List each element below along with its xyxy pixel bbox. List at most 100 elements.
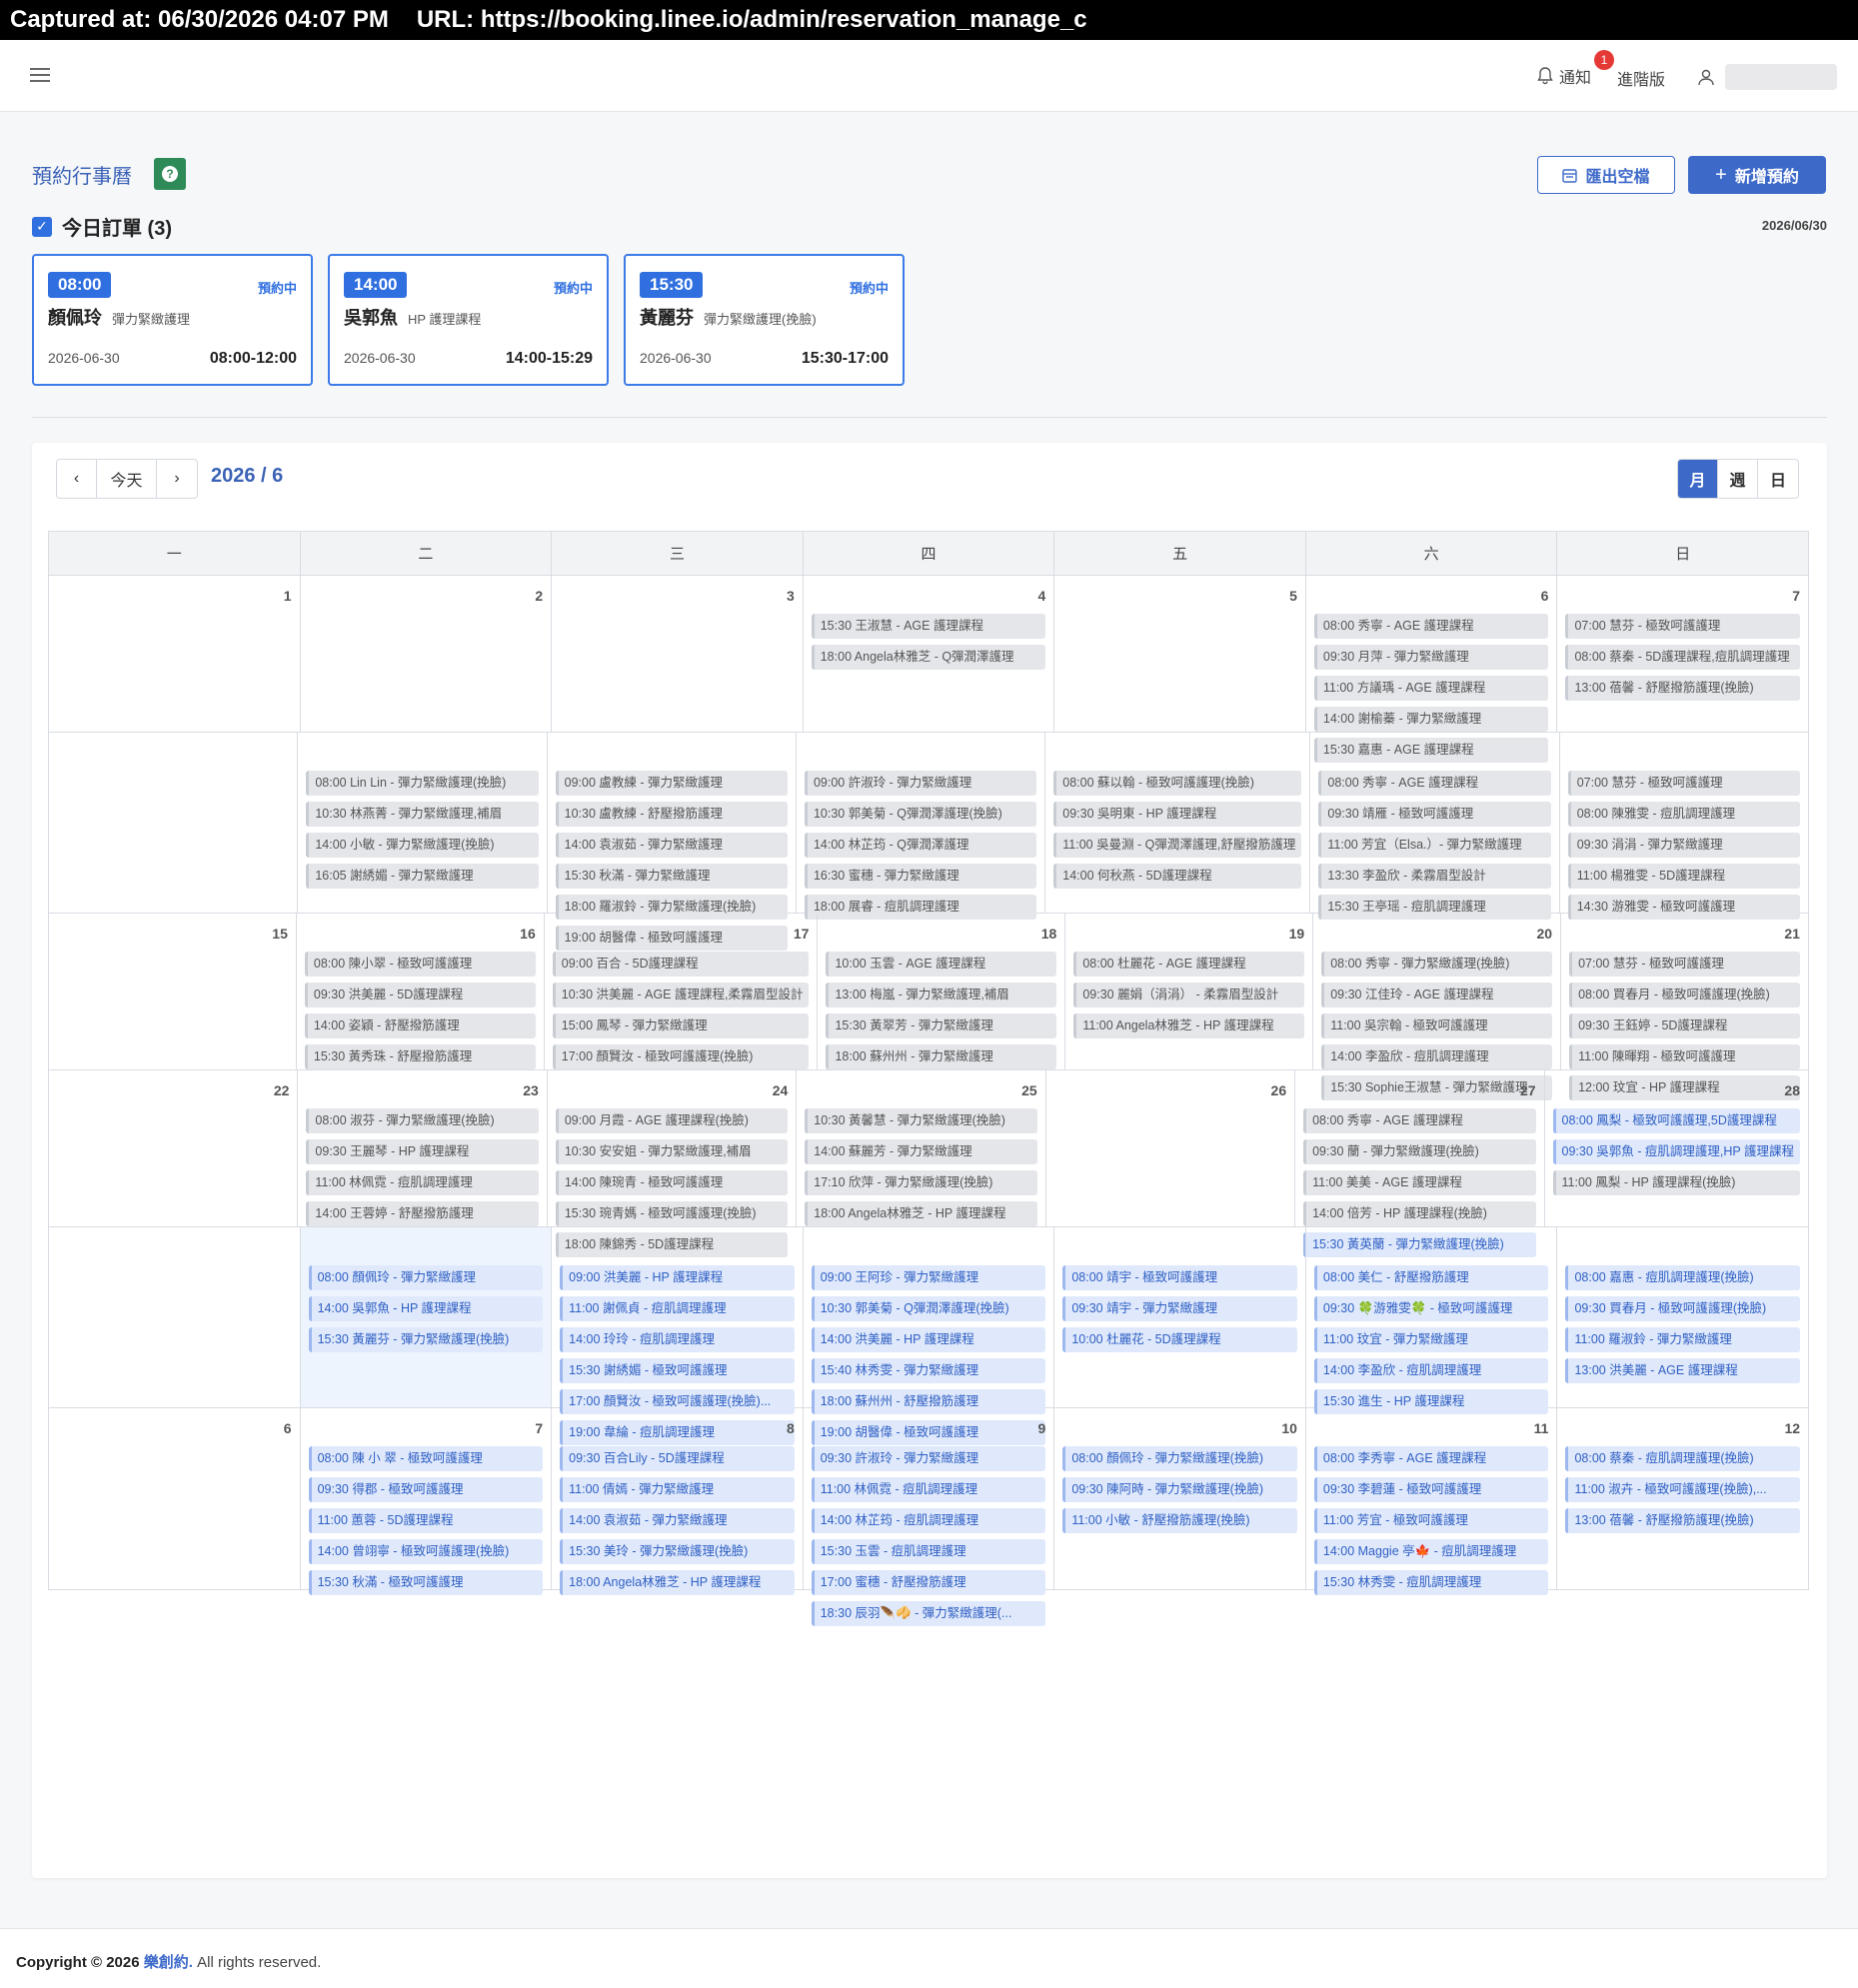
day-cell[interactable]: 7 08:00 陳 小 翠 - 極致呵護護理 09:30 得郡 - 極致呵護護理 11… xyxy=(301,1408,553,1595)
day-cell[interactable]: 12 08:00 蔡秦 - 痘肌調理護理(挽臉) 11:00 淑卉 - 極致呵護護理… xyxy=(1557,1408,1808,1589)
day-cell[interactable]: 6 08:00 秀寧 - AGE 護理課程 09:30 月萍 - 彈力緊緻護理 11:… xyxy=(1306,576,1558,763)
calendar-event[interactable]: 14:00 李盈欣 - 痘肌調理護理 xyxy=(1321,1044,1553,1069)
calendar-event[interactable]: 09:30 王鈺婷 - 5D護理課程 xyxy=(1569,1013,1800,1038)
calendar-event[interactable]: 11:00 謝佩貞 - 痘肌調理護理 xyxy=(560,1296,795,1321)
calendar-event[interactable]: 11:00 林佩霓 - 痘肌調理護理 xyxy=(811,1477,1046,1502)
calendar-event[interactable]: 14:00 倍芳 - HP 護理課程(挽臉) xyxy=(1303,1201,1536,1226)
brand-link[interactable]: 樂創約. xyxy=(144,1954,193,1971)
calendar-event[interactable]: 11:00 羅淑鈴 - 彈力緊緻護理 xyxy=(1565,1327,1801,1352)
calendar-event[interactable]: 11:00 林佩霓 - 痘肌調理護理 xyxy=(306,1170,539,1195)
calendar-event[interactable]: 09:30 洪美麗 - 5D護理課程 xyxy=(304,983,536,1007)
calendar-event[interactable]: 09:30 百合Lily - 5D護理課程 xyxy=(560,1446,795,1471)
day-cell[interactable]: 08:00 Lin Lin - 彈力緊緻護理(挽臉) 10:30 林燕菁 - 彈力… xyxy=(298,733,548,913)
new-reservation-button[interactable]: + 新增預約 xyxy=(1688,156,1826,194)
today-order-card[interactable]: 14:00 預約中 吳郭魚 HP 護理課程 2026-06-30 14:00-15:… xyxy=(328,254,609,386)
calendar-event[interactable]: 14:00 袁淑茹 - 彈力緊緻護理 xyxy=(555,833,788,858)
menu-toggle-icon[interactable] xyxy=(30,68,50,84)
calendar-event[interactable]: 08:00 靖宇 - 極致呵護護理 xyxy=(1062,1265,1297,1290)
calendar-event[interactable]: 09:30 李碧蓮 - 極致呵護護理 xyxy=(1313,1477,1549,1502)
calendar-event[interactable]: 09:30 吳明東 - HP 護理課程 xyxy=(1053,802,1302,827)
calendar-event[interactable]: 08:00 Lin Lin - 彈力緊緻護理(挽臉) xyxy=(306,771,539,796)
day-cell[interactable]: 08:00 蘇以翰 - 極致呵護護理(挽臉) 09:30 吳明東 - HP 護理課… xyxy=(1045,733,1311,913)
today-button[interactable]: 今天 xyxy=(97,460,157,498)
calendar-event[interactable]: 14:00 林芷筠 - Q彈潤澤護理 xyxy=(804,833,1037,858)
calendar-event[interactable]: 17:00 蜜穗 - 舒壓撥筋護理 xyxy=(811,1570,1046,1595)
calendar-event[interactable]: 15:30 謝綉媚 - 極致呵護護理 xyxy=(560,1358,795,1383)
calendar-event[interactable]: 11:00 芳宜 - 極致呵護護理 xyxy=(1313,1508,1549,1533)
calendar-event[interactable]: 08:00 顏佩玲 - 彈力緊緻護理 xyxy=(308,1265,544,1290)
user-menu[interactable] xyxy=(1697,64,1837,90)
calendar-event[interactable]: 08:00 李秀寧 - AGE 護理課程 xyxy=(1313,1446,1549,1471)
calendar-event[interactable]: 14:00 何秋燕 - 5D護理課程 xyxy=(1053,864,1302,889)
day-cell[interactable]: 23 08:00 淑芬 - 彈力緊緻護理(挽臉) 09:30 王麗琴 - HP 護理… xyxy=(298,1070,548,1257)
calendar-event[interactable]: 17:10 欣萍 - 彈力緊緻護理(挽臉) xyxy=(805,1170,1037,1195)
calendar-event[interactable]: 17:00 顏賢汝 - 極致呵護護理(挽臉) xyxy=(552,1044,810,1069)
calendar-event[interactable]: 09:30 蘭 - 彈力緊緻護理(挽臉) xyxy=(1303,1139,1536,1164)
calendar-event[interactable]: 08:00 秀寧 - AGE 護理課程 xyxy=(1318,771,1551,796)
calendar-event[interactable]: 15:30 黃麗芬 - 彈力緊緻護理(挽臉) xyxy=(308,1327,544,1352)
calendar-event[interactable]: 08:00 陳小翠 - 極致呵護護理 xyxy=(304,952,536,977)
calendar-event[interactable]: 11:00 芳宜（Elsa.）- 彈力緊緻護理 xyxy=(1318,833,1551,858)
prev-month-button[interactable]: ‹ xyxy=(57,460,97,498)
calendar-event[interactable]: 09:00 盧教練 - 彈力緊緻護理 xyxy=(555,771,788,796)
calendar-event[interactable]: 14:00 王蓉婷 - 舒壓撥筋護理 xyxy=(306,1201,539,1226)
notification-button[interactable]: 通知 1 xyxy=(1537,50,1614,88)
calendar-event[interactable]: 18:30 辰羽🪶🥠 - 彈力緊緻護理(... xyxy=(811,1601,1046,1626)
day-cell[interactable]: 18 10:00 玉雲 - AGE 護理課程 13:00 梅嵐 - 彈力緊緻護理,補… xyxy=(818,914,1066,1069)
calendar-event[interactable]: 11:00 方議瑀 - AGE 護理課程 xyxy=(1313,676,1549,701)
day-cell-today[interactable]: 08:00 顏佩玲 - 彈力緊緻護理 14:00 吳郭魚 - HP 護理課程 15:… xyxy=(300,1227,553,1407)
day-cell[interactable]: 09:00 盧教練 - 彈力緊緻護理 10:30 盧教練 - 舒壓撥筋護理 14:0… xyxy=(548,733,797,951)
pro-plan-link[interactable]: 進階版 xyxy=(1617,66,1665,90)
calendar-event[interactable]: 18:00 蘇州州 - 彈力緊緻護理 xyxy=(826,1044,1057,1069)
day-cell[interactable]: 08:00 美仁 - 舒壓撥筋護理 09:30 🍀游雅雯🍀 - 極致呵護護理 11:… xyxy=(1306,1227,1558,1414)
calendar-event[interactable]: 08:00 美仁 - 舒壓撥筋護理 xyxy=(1313,1265,1549,1290)
calendar-event[interactable]: 16:30 蜜穗 - 彈力緊緻護理 xyxy=(804,864,1037,889)
calendar-event[interactable]: 08:00 顏佩玲 - 彈力緊緻護理(挽臉) xyxy=(1062,1446,1297,1471)
calendar-event[interactable]: 11:00 淑卉 - 極致呵護護理(挽臉),... xyxy=(1565,1477,1801,1502)
day-cell[interactable]: 08:00 秀寧 - AGE 護理課程 09:30 靖雁 - 極致呵護護理 11:0… xyxy=(1310,733,1560,920)
calendar-event[interactable]: 14:00 玲玲 - 痘肌調理護理 xyxy=(560,1327,795,1352)
calendar-event[interactable]: 07:00 慧芬 - 極致呵護護理 xyxy=(1569,952,1800,977)
calendar-event[interactable]: 09:30 許淑玲 - 彈力緊緻護理 xyxy=(811,1446,1046,1471)
day-cell[interactable]: 10 08:00 顏佩玲 - 彈力緊緻護理(挽臉) 09:30 陳阿時 - 彈力緊緻… xyxy=(1054,1408,1306,1589)
today-order-card[interactable]: 08:00 預約中 顏佩玲 彈力緊緻護理 2026-06-30 08:00-12:0… xyxy=(32,254,313,386)
calendar-event[interactable]: 09:30 麗娟（涓涓） - 柔霧眉型設計 xyxy=(1073,983,1305,1007)
calendar-event[interactable]: 15:30 秋滿 - 極致呵護護理 xyxy=(308,1570,544,1595)
day-cell[interactable]: 5 xyxy=(1054,576,1306,732)
day-cell[interactable]: 15 xyxy=(49,914,297,1069)
calendar-event[interactable]: 10:00 玉雲 - AGE 護理課程 xyxy=(826,952,1057,977)
calendar-event[interactable]: 15:30 玉雲 - 痘肌調理護理 xyxy=(811,1539,1046,1564)
day-cell[interactable]: 19 08:00 杜麗花 - AGE 護理課程 09:30 麗娟（涓涓） - 柔霧眉… xyxy=(1065,914,1314,1069)
calendar-event[interactable]: 15:30 黃秀珠 - 舒壓撥筋護理 xyxy=(304,1044,536,1069)
calendar-event[interactable]: 13:30 李盈欣 - 柔霧眉型設計 xyxy=(1318,864,1551,889)
calendar-event[interactable]: 15:30 王淑慧 - AGE 護理課程 xyxy=(811,614,1046,639)
calendar-event[interactable]: 10:30 黃馨慧 - 彈力緊緻護理(挽臉) xyxy=(805,1108,1037,1133)
calendar-event[interactable]: 14:00 姿穎 - 舒壓撥筋護理 xyxy=(304,1013,536,1038)
calendar-event[interactable]: 08:00 秀寧 - AGE 護理課程 xyxy=(1313,614,1549,639)
day-cell[interactable] xyxy=(49,733,299,913)
calendar-event[interactable]: 15:30 秋滿 - 彈力緊緻護理 xyxy=(555,864,788,889)
calendar-event[interactable]: 16:05 謝綉媚 - 彈力緊緻護理 xyxy=(306,864,539,889)
day-cell[interactable]: 09:00 王阿珍 - 彈力緊緻護理 10:30 郭美菊 - Q彈潤澤護理(挽臉)… xyxy=(804,1227,1055,1445)
day-cell[interactable]: 7 07:00 慧芬 - 極致呵護護理 08:00 蔡秦 - 5D護理課程,痘肌調理… xyxy=(1557,576,1808,732)
calendar-event[interactable]: 11:00 Angela林雅芝 - HP 護理課程 xyxy=(1073,1013,1305,1038)
day-cell[interactable]: 24 09:00 月霞 - AGE 護理課程(挽臉) 10:30 安安姐 - 彈力緊… xyxy=(548,1070,798,1257)
calendar-event[interactable]: 09:30 陳阿時 - 彈力緊緻護理(挽臉) xyxy=(1062,1477,1297,1502)
calendar-event[interactable]: 09:00 洪美麗 - HP 護理課程 xyxy=(560,1265,795,1290)
calendar-event[interactable]: 13:00 蓓馨 - 舒壓撥筋護理(挽臉) xyxy=(1565,676,1801,701)
calendar-event[interactable]: 08:00 嘉惠 - 痘肌調理護理(挽臉) xyxy=(1565,1265,1801,1290)
calendar-event[interactable]: 10:00 杜麗花 - 5D護理課程 xyxy=(1062,1327,1297,1352)
calendar-event[interactable]: 08:00 鳳梨 - 極致呵護護理,5D護理課程 xyxy=(1552,1108,1800,1133)
calendar-event[interactable]: 08:00 蔡秦 - 5D護理課程,痘肌調理護理 xyxy=(1565,645,1801,670)
day-cell[interactable]: 21 07:00 慧芬 - 極致呵護護理 08:00 買春月 - 極致呵護護理(挽臉… xyxy=(1561,914,1808,1100)
calendar-event[interactable]: 08:00 杜麗花 - AGE 護理課程 xyxy=(1073,952,1305,977)
day-cell[interactable]: 07:00 慧芬 - 極致呵護護理 08:00 陳雅雯 - 痘肌調理護理 09:30… xyxy=(1560,733,1808,920)
calendar-event[interactable]: 15:30 美玲 - 彈力緊緻護理(挽臉) xyxy=(560,1539,795,1564)
calendar-event[interactable]: 14:00 Maggie 亭🍁 - 痘肌調理護理 xyxy=(1313,1539,1549,1564)
calendar-event[interactable]: 10:30 洪美麗 - AGE 護理課程,柔霧眉型設計 xyxy=(552,983,810,1007)
calendar-event[interactable]: 11:00 楊雅雯 - 5D護理課程 xyxy=(1567,864,1801,889)
calendar-event[interactable]: 09:00 許淑玲 - 彈力緊緻護理 xyxy=(804,771,1037,796)
calendar-event[interactable]: 14:00 陳琬青 - 極致呵護護理 xyxy=(555,1170,789,1195)
day-cell[interactable]: 4 15:30 王淑慧 - AGE 護理課程 18:00 Angela林雅芝 - Q… xyxy=(804,576,1055,732)
day-cell[interactable]: 09:00 洪美麗 - HP 護理課程 11:00 謝佩貞 - 痘肌調理護理 14:… xyxy=(552,1227,804,1445)
